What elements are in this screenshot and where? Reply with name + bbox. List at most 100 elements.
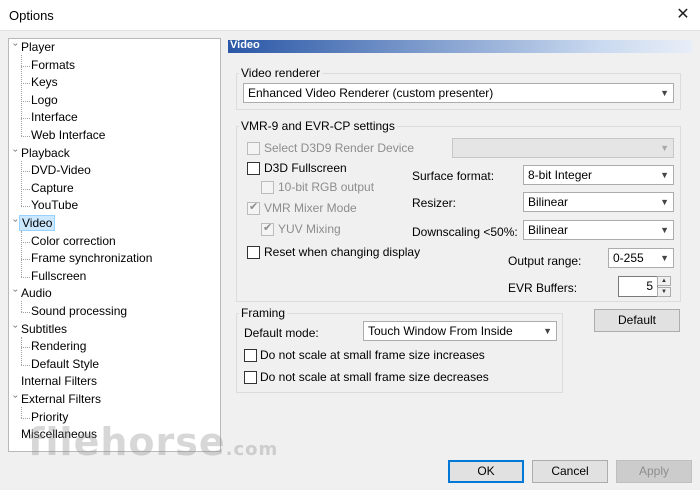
d3d-fullscreen-checkbox[interactable] xyxy=(247,162,260,175)
tree-item-label: Capture xyxy=(31,180,74,195)
tree-connector xyxy=(21,206,30,208)
tree-item-internal-filters[interactable]: Internal Filters xyxy=(21,373,97,390)
tree-item-playback[interactable]: Playback xyxy=(21,145,70,162)
no-scale-increase-checkbox[interactable] xyxy=(244,349,257,362)
resizer-value: Bilinear xyxy=(528,195,569,209)
ok-button[interactable]: OK xyxy=(448,460,524,483)
tree-connector xyxy=(21,259,30,261)
tree-item-label: Audio xyxy=(21,286,52,301)
expand-chevron-icon[interactable]: › xyxy=(11,43,21,52)
framing-group-title: Framing xyxy=(239,306,288,320)
tree-item-fullscreen[interactable]: Fullscreen xyxy=(31,268,86,285)
expand-chevron-icon[interactable]: › xyxy=(11,289,21,298)
video-renderer-select[interactable]: Enhanced Video Renderer (custom presente… xyxy=(243,83,674,103)
title-bar: Options ✕ xyxy=(0,0,700,31)
tree-connector xyxy=(21,136,30,137)
downscaling-value: Bilinear xyxy=(528,223,569,237)
tree-item-external-filters[interactable]: External Filters xyxy=(21,391,101,408)
cancel-button[interactable]: Cancel xyxy=(532,460,608,483)
expand-chevron-icon[interactable]: › xyxy=(11,395,21,404)
video-renderer-value: Enhanced Video Renderer (custom presente… xyxy=(248,86,494,100)
surface-format-select[interactable]: 8-bit Integer ▼ xyxy=(523,165,674,185)
checkmark-icon: ✔ xyxy=(249,201,259,213)
tree-item-label: Logo xyxy=(31,92,58,107)
tree-item-label: DVD-Video xyxy=(31,163,91,178)
expand-chevron-icon[interactable]: › xyxy=(11,149,21,158)
tree-connector xyxy=(21,276,30,278)
tree-item-sound-processing[interactable]: Sound processing xyxy=(31,303,127,320)
apply-button[interactable]: Apply xyxy=(616,460,692,483)
d3d9-device-select[interactable]: ▼ xyxy=(452,138,674,158)
tree-connector xyxy=(21,407,22,418)
tree-item-player[interactable]: Player xyxy=(21,39,55,56)
tree-connector xyxy=(21,171,30,173)
expand-chevron-icon[interactable]: › xyxy=(11,325,21,334)
rgb-10bit-label: 10-bit RGB output xyxy=(278,180,375,194)
expand-chevron-icon[interactable]: › xyxy=(11,219,21,228)
tree-item-subtitles[interactable]: Subtitles xyxy=(21,321,67,338)
tree-connector xyxy=(21,118,30,120)
tree-item-label: Formats xyxy=(31,57,76,72)
tree-item-color-correction[interactable]: Color correction xyxy=(31,233,116,250)
tree-item-logo[interactable]: Logo xyxy=(31,92,58,109)
select-d3d9-checkbox[interactable] xyxy=(247,142,260,155)
vmr-settings-group-title: VMR-9 and EVR-CP settings xyxy=(239,119,397,133)
chevron-down-icon: ▼ xyxy=(660,143,669,153)
tree-item-interface[interactable]: Interface xyxy=(31,109,78,126)
evr-buffers-label: EVR Buffers: xyxy=(508,281,578,295)
surface-format-value: 8-bit Integer xyxy=(528,168,593,182)
downscaling-label: Downscaling <50%: xyxy=(412,225,518,239)
chevron-down-icon: ▼ xyxy=(660,88,669,98)
tree-item-web-interface[interactable]: Web Interface xyxy=(31,127,105,144)
tree-connector xyxy=(21,347,30,349)
tree-item-formats[interactable]: Formats xyxy=(31,57,75,74)
spin-down-icon[interactable]: ▼ xyxy=(657,287,671,297)
vmr-mixer-checkbox[interactable]: ✔ xyxy=(247,201,260,215)
output-range-select[interactable]: 0-255 ▼ xyxy=(608,248,674,268)
tree-item-label: Color correction xyxy=(31,233,116,248)
no-scale-decrease-checkbox[interactable] xyxy=(244,371,257,384)
tree-item-capture[interactable]: Capture xyxy=(31,180,74,197)
tree-item-label: Internal Filters xyxy=(21,374,98,389)
close-icon[interactable]: ✕ xyxy=(672,4,694,26)
spin-up-icon[interactable]: ▲ xyxy=(657,276,671,286)
resizer-label: Resizer: xyxy=(412,196,457,210)
tree-item-video[interactable]: Video xyxy=(19,215,56,232)
tree-item-default-style[interactable]: Default Style xyxy=(31,356,99,373)
tree-item-dvd-video[interactable]: DVD-Video xyxy=(31,162,91,179)
tree-item-youtube[interactable]: YouTube xyxy=(31,197,78,214)
output-range-value: 0-255 xyxy=(613,251,644,265)
downscaling-select[interactable]: Bilinear ▼ xyxy=(523,220,674,240)
tree-item-label: Interface xyxy=(31,110,78,125)
default-button[interactable]: Default xyxy=(594,309,680,332)
tree-connector xyxy=(21,241,30,243)
surface-format-label: Surface format: xyxy=(412,169,495,183)
rgb-10bit-checkbox[interactable] xyxy=(261,181,274,194)
tree-item-audio[interactable]: Audio xyxy=(21,285,52,302)
chevron-down-icon: ▼ xyxy=(660,197,669,207)
resizer-select[interactable]: Bilinear ▼ xyxy=(523,192,674,212)
yuv-mixing-checkbox[interactable]: ✔ xyxy=(261,222,274,236)
tree-connector xyxy=(21,312,30,313)
reset-display-checkbox[interactable] xyxy=(247,246,260,259)
default-mode-select[interactable]: Touch Window From Inside ▼ xyxy=(363,321,557,341)
output-range-label: Output range: xyxy=(508,254,582,268)
tree-connector xyxy=(21,301,22,312)
evr-buffers-input[interactable]: 5 xyxy=(618,276,658,297)
tree-item-label: Fullscreen xyxy=(31,268,87,283)
tree-connector xyxy=(21,55,22,136)
yuv-mixing-label: YUV Mixing xyxy=(278,222,341,236)
tree-item-rendering[interactable]: Rendering xyxy=(31,338,86,355)
tree-item-keys[interactable]: Keys xyxy=(31,74,58,91)
chevron-down-icon: ▼ xyxy=(660,225,669,235)
tree-item-label: External Filters xyxy=(21,392,102,406)
tree-item-label: Web Interface xyxy=(31,128,106,142)
tree-item-label: Sound processing xyxy=(31,304,128,318)
tree-connector xyxy=(21,336,22,365)
options-tree[interactable]: Player › Formats Keys Logo Interface Web Inter… xyxy=(8,38,221,452)
tree-item-frame-synchronization[interactable]: Frame synchronization xyxy=(31,250,152,267)
tree-item-label: YouTube xyxy=(31,198,79,213)
tree-connector xyxy=(21,83,30,85)
default-mode-value: Touch Window From Inside xyxy=(368,324,513,338)
page-header: Video xyxy=(228,39,692,53)
